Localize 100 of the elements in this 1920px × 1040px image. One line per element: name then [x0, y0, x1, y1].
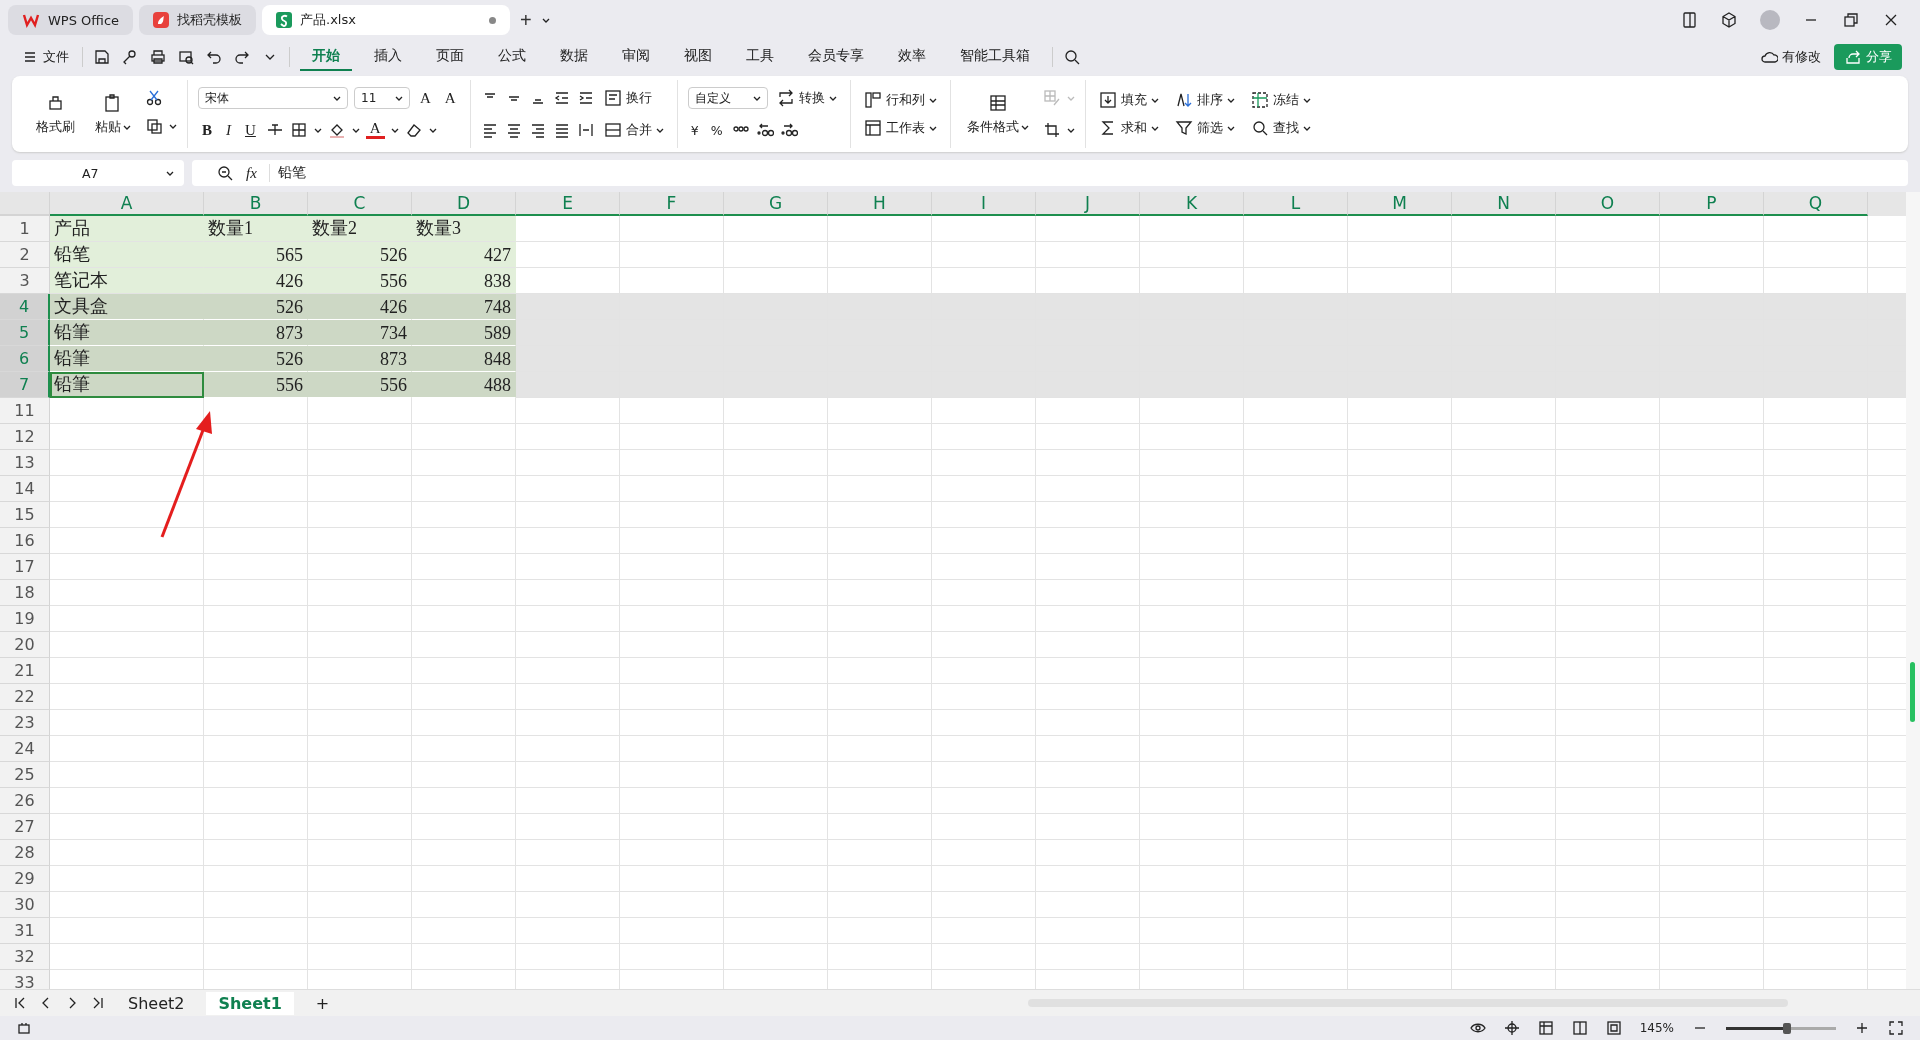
- row-header[interactable]: 17: [0, 554, 50, 580]
- convert-button[interactable]: 转换: [773, 87, 840, 109]
- crop-icon[interactable]: [1042, 121, 1061, 139]
- document-tab[interactable]: 找稻壳模板: [139, 5, 257, 35]
- row-header[interactable]: 15: [0, 502, 50, 528]
- formula-bar[interactable]: fx 铅笔: [192, 160, 1908, 186]
- bold-button[interactable]: B: [198, 121, 216, 139]
- document-tab[interactable]: 产品.xlsx: [262, 5, 511, 35]
- selected-row[interactable]: 6 铅筆 526 873 848: [0, 346, 1906, 372]
- ribbon-tab[interactable]: 会员专享: [796, 43, 876, 71]
- grow-font-button[interactable]: A: [416, 89, 435, 107]
- ribbon-tab[interactable]: 公式: [486, 43, 538, 71]
- row-header[interactable]: 21: [0, 658, 50, 684]
- decimal-increase-icon[interactable]: [755, 121, 774, 139]
- print-icon[interactable]: [149, 48, 167, 66]
- ribbon-tab[interactable]: 开始: [300, 43, 352, 71]
- ribbon-tab[interactable]: 智能工具箱: [948, 43, 1042, 71]
- copy-icon[interactable]: [145, 117, 163, 135]
- cut-icon[interactable]: [145, 89, 163, 107]
- caret-icon[interactable]: [541, 16, 550, 24]
- column-header[interactable]: N: [1452, 192, 1556, 216]
- row-header[interactable]: 28: [0, 840, 50, 866]
- share-button[interactable]: 分享: [1834, 44, 1902, 70]
- caret-icon[interactable]: [351, 126, 360, 134]
- page-layout-icon[interactable]: [1571, 1020, 1588, 1036]
- distribute-icon[interactable]: [576, 121, 595, 139]
- print-preview-icon[interactable]: [177, 48, 195, 66]
- decimal-decrease-icon[interactable]: [779, 121, 798, 139]
- caret-icon[interactable]: [1066, 126, 1075, 134]
- row-header[interactable]: 32: [0, 944, 50, 970]
- row-header[interactable]: 12: [0, 424, 50, 450]
- wrap-text-button[interactable]: 换行: [600, 87, 655, 109]
- row-header[interactable]: 11: [0, 398, 50, 424]
- save-icon[interactable]: [93, 48, 111, 66]
- caret-icon[interactable]: [123, 123, 131, 131]
- row-header[interactable]: 33: [0, 970, 50, 989]
- caret-icon[interactable]: [395, 94, 403, 102]
- selected-row[interactable]: 7 铅筆 556 556 488: [0, 372, 1906, 398]
- caret-icon[interactable]: [1302, 96, 1311, 104]
- restore-icon[interactable]: [1842, 11, 1860, 29]
- caret-icon[interactable]: [313, 126, 322, 134]
- font-dropdown[interactable]: 宋体: [198, 87, 348, 109]
- row-header[interactable]: 24: [0, 736, 50, 762]
- caret-icon[interactable]: [428, 126, 437, 134]
- caret-icon[interactable]: [655, 126, 664, 134]
- row-header[interactable]: 30: [0, 892, 50, 918]
- tool-button[interactable]: 求和: [1095, 117, 1162, 139]
- add-sheet-button[interactable]: +: [303, 991, 342, 1015]
- zoom-level[interactable]: 145%: [1639, 1021, 1674, 1035]
- border-icon[interactable]: [289, 121, 308, 139]
- caret-icon[interactable]: [752, 94, 761, 102]
- sort-icon[interactable]: [1174, 91, 1193, 109]
- row-header[interactable]: 14: [0, 476, 50, 502]
- column-header[interactable]: F: [620, 192, 724, 216]
- row-header[interactable]: 23: [0, 710, 50, 736]
- tool-button[interactable]: 查找: [1247, 117, 1314, 139]
- ribbon-tab[interactable]: 插入: [362, 43, 414, 71]
- page-break-icon[interactable]: [1605, 1020, 1622, 1036]
- caret-icon[interactable]: [1150, 96, 1159, 104]
- number-format-button[interactable]: ¥: [687, 120, 702, 140]
- row-header[interactable]: 20: [0, 632, 50, 658]
- ribbon-tab[interactable]: 审阅: [610, 43, 662, 71]
- column-header[interactable]: Q: [1764, 192, 1868, 216]
- row-header[interactable]: 22: [0, 684, 50, 710]
- row-header[interactable]: 25: [0, 762, 50, 788]
- row-header[interactable]: 26: [0, 788, 50, 814]
- column-header[interactable]: M: [1348, 192, 1452, 216]
- row-header[interactable]: 2: [0, 242, 50, 268]
- caret-icon[interactable]: [333, 94, 341, 102]
- column-header[interactable]: E: [516, 192, 620, 216]
- ribbon-tab[interactable]: 工具: [734, 43, 786, 71]
- freeze-icon[interactable]: [1250, 91, 1269, 109]
- key-icon[interactable]: [121, 48, 139, 66]
- tool-button[interactable]: 筛选: [1171, 117, 1238, 139]
- caret-icon[interactable]: [1302, 124, 1311, 132]
- ribbon-tab[interactable]: 数据: [548, 43, 600, 71]
- worksheet-button[interactable]: 工作表: [860, 117, 940, 139]
- sheet-tab[interactable]: Sheet2: [116, 991, 197, 1015]
- row-header[interactable]: 16: [0, 528, 50, 554]
- caret-icon[interactable]: [390, 126, 399, 134]
- column-header[interactable]: D: [412, 192, 516, 216]
- filter-icon[interactable]: [1174, 119, 1193, 137]
- new-tab-button[interactable]: +: [516, 8, 536, 32]
- zoom-in-icon[interactable]: [1854, 1020, 1870, 1036]
- selected-row[interactable]: 5 铅筆 873 734 589: [0, 320, 1906, 346]
- cube-icon[interactable]: [1720, 11, 1738, 29]
- row-header[interactable]: 19: [0, 606, 50, 632]
- number-format-dropdown[interactable]: 自定义: [687, 87, 768, 109]
- row-header[interactable]: 29: [0, 866, 50, 892]
- fullscreen-icon[interactable]: [1888, 1020, 1904, 1036]
- slider-thumb[interactable]: [1782, 1022, 1791, 1034]
- row-header[interactable]: 3: [0, 268, 50, 294]
- zoom-icon[interactable]: [216, 164, 234, 182]
- conditional-format-button[interactable]: 条件格式: [960, 91, 1035, 137]
- paste-button[interactable]: 粘贴: [89, 91, 137, 137]
- italic-button[interactable]: I: [222, 121, 235, 139]
- tool-button[interactable]: 填充: [1095, 89, 1162, 111]
- ribbon-tab[interactable]: 效率: [886, 43, 938, 71]
- number-format-button[interactable]: %: [707, 120, 726, 140]
- search-icon[interactable]: [1250, 119, 1269, 137]
